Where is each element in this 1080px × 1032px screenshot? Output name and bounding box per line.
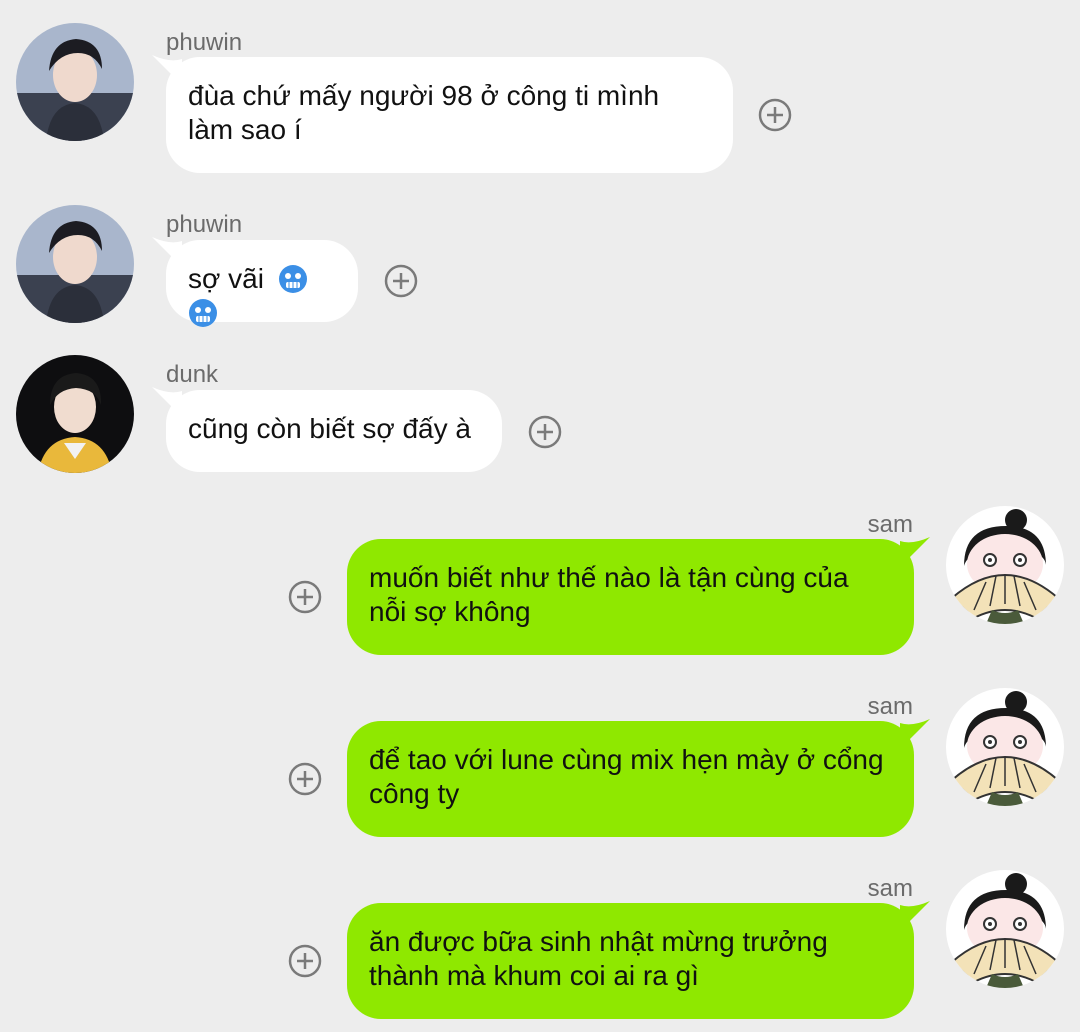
chat-thread: phuwin đùa chứ mấy người 98 ở công ti mì… xyxy=(0,0,1080,1032)
avatar-cartoon-fan-icon xyxy=(946,506,1064,624)
sender-name: sam xyxy=(867,875,913,902)
cold-face-emoji-icon xyxy=(189,299,217,327)
message-bubble[interactable]: sợ vãi xyxy=(166,240,358,327)
message-bubble[interactable]: đùa chứ mấy người 98 ở công ti mình làm … xyxy=(166,57,733,173)
add-reaction-button[interactable] xyxy=(288,762,322,796)
message-text: muốn biết như thế nào là tận cùng của nỗ… xyxy=(369,562,849,627)
plus-circle-icon xyxy=(384,264,418,298)
add-reaction-button[interactable] xyxy=(528,415,562,449)
avatar-photo-icon xyxy=(16,205,134,323)
plus-circle-icon xyxy=(288,762,322,796)
plus-circle-icon xyxy=(288,944,322,978)
avatar-photo-icon xyxy=(16,355,134,473)
sender-name: phuwin xyxy=(166,211,243,238)
message-bubble[interactable]: để tao với lune cùng mix hẹn mày ở cổng … xyxy=(347,721,914,837)
message-text: sợ vãi xyxy=(188,263,264,294)
avatar-sam[interactable] xyxy=(946,870,1064,988)
avatar-cartoon-fan-icon xyxy=(946,870,1064,988)
add-reaction-button[interactable] xyxy=(384,264,418,298)
avatar-photo-icon xyxy=(16,23,134,141)
sender-name: dunk xyxy=(166,361,219,388)
message-text: cũng còn biết sợ đấy à xyxy=(188,413,471,444)
add-reaction-button[interactable] xyxy=(758,98,792,132)
avatar-phuwin[interactable] xyxy=(16,205,134,323)
avatar-phuwin[interactable] xyxy=(16,23,134,141)
plus-circle-icon xyxy=(528,415,562,449)
plus-circle-icon xyxy=(758,98,792,132)
sender-name: sam xyxy=(867,511,913,538)
message-text: để tao với lune cùng mix hẹn mày ở cổng … xyxy=(369,744,884,809)
avatar-sam[interactable] xyxy=(946,506,1064,624)
avatar-dunk[interactable] xyxy=(16,355,134,473)
message-text: ăn được bữa sinh nhật mừng trưởng thành … xyxy=(369,926,828,991)
sender-name: phuwin xyxy=(166,29,243,56)
avatar-sam[interactable] xyxy=(946,688,1064,806)
add-reaction-button[interactable] xyxy=(288,944,322,978)
message-text: đùa chứ mấy người 98 ở công ti mình làm … xyxy=(188,80,660,145)
plus-circle-icon xyxy=(288,580,322,614)
message-bubble[interactable]: muốn biết như thế nào là tận cùng của nỗ… xyxy=(347,539,914,655)
sender-name: sam xyxy=(867,693,913,720)
add-reaction-button[interactable] xyxy=(288,580,322,614)
message-bubble[interactable]: cũng còn biết sợ đấy à xyxy=(166,390,502,472)
message-bubble[interactable]: ăn được bữa sinh nhật mừng trưởng thành … xyxy=(347,903,914,1019)
cold-face-emoji-icon xyxy=(278,265,307,293)
avatar-cartoon-fan-icon xyxy=(946,688,1064,806)
